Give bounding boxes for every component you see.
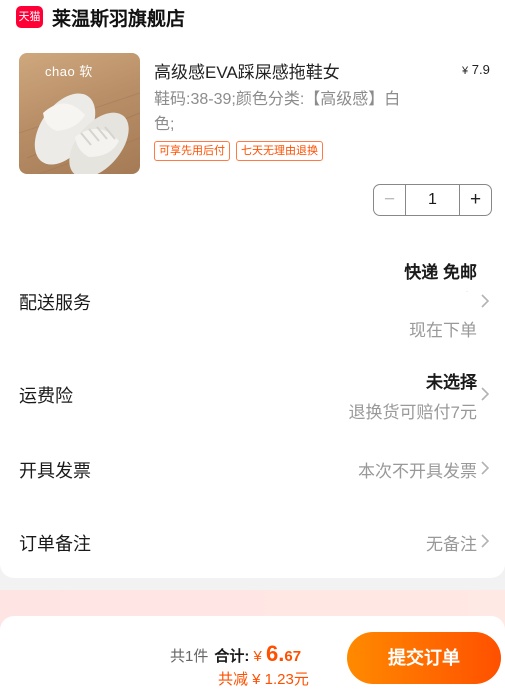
increase-quantity-button[interactable]: + [460,185,491,215]
item-count: 共1件 [170,648,209,665]
insurance-note: 退换货可赔付7元 [348,403,477,422]
remark-value[interactable]: 无备注 [426,530,477,555]
product-image-caption: chao 软 [45,64,93,79]
insurance-label[interactable]: 运费险 [19,382,73,408]
chevron-right-icon[interactable] [480,460,490,476]
chevron-right-icon[interactable] [480,533,490,549]
total-decimal: 67 [284,648,302,665]
tag-free-return: 七天无理由退换 [236,141,323,161]
quantity-stepper: − 1 + [373,184,492,216]
discount-text[interactable]: 共减 ¥ 1.23元 [218,668,309,689]
tmall-badge: 天猫 [16,6,43,28]
store-header[interactable]: 天猫 莱温斯羽旗舰店 [16,4,185,30]
decrease-quantity-button[interactable]: − [374,185,405,215]
order-total: 共1件 合计: ¥ 6.67 [170,641,301,667]
chevron-right-icon[interactable] [480,386,490,402]
chevron-right-icon[interactable] [480,293,490,309]
order-card: 天猫 莱温斯羽旗舰店 chao 软 高级感EVA踩屎感拖鞋女 ¥ 7.9 鞋码:… [0,0,505,578]
invoice-label[interactable]: 开具发票 [19,457,91,483]
tag-pay-later: 可享先用后付 [154,141,230,161]
delivery-label[interactable]: 配送服务 [19,289,91,315]
store-name[interactable]: 莱温斯羽旗舰店 [52,4,185,31]
total-currency: ¥ [253,648,262,665]
total-integer: 6. [266,641,285,666]
product-spec[interactable]: 鞋码:38-39;颜色分类:【高级感】白色; [154,87,404,137]
total-label: 合计: [214,648,250,665]
insurance-value[interactable]: 未选择 [426,368,477,393]
service-tags: 可享先用后付 七天无理由退换 [154,141,323,161]
price-value: 7.9 [471,62,490,77]
invoice-value[interactable]: 本次不开具发票 [358,457,477,482]
product-title[interactable]: 高级感EVA踩屎感拖鞋女 [154,58,340,83]
delivery-value[interactable]: 快递 免邮 [404,258,477,283]
product-price: ¥ 7.9 [462,62,490,77]
total-amount: ¥ 6.67 [253,641,302,666]
delivery-note: 现在下单 [409,321,477,340]
submit-order-button[interactable]: 提交订单 [347,632,501,684]
quantity-value[interactable]: 1 [405,185,460,215]
product-image[interactable]: chao 软 [19,53,140,174]
remark-label[interactable]: 订单备注 [19,530,91,556]
price-currency: ¥ [462,65,469,77]
faint-dot: ˙ [466,290,469,299]
